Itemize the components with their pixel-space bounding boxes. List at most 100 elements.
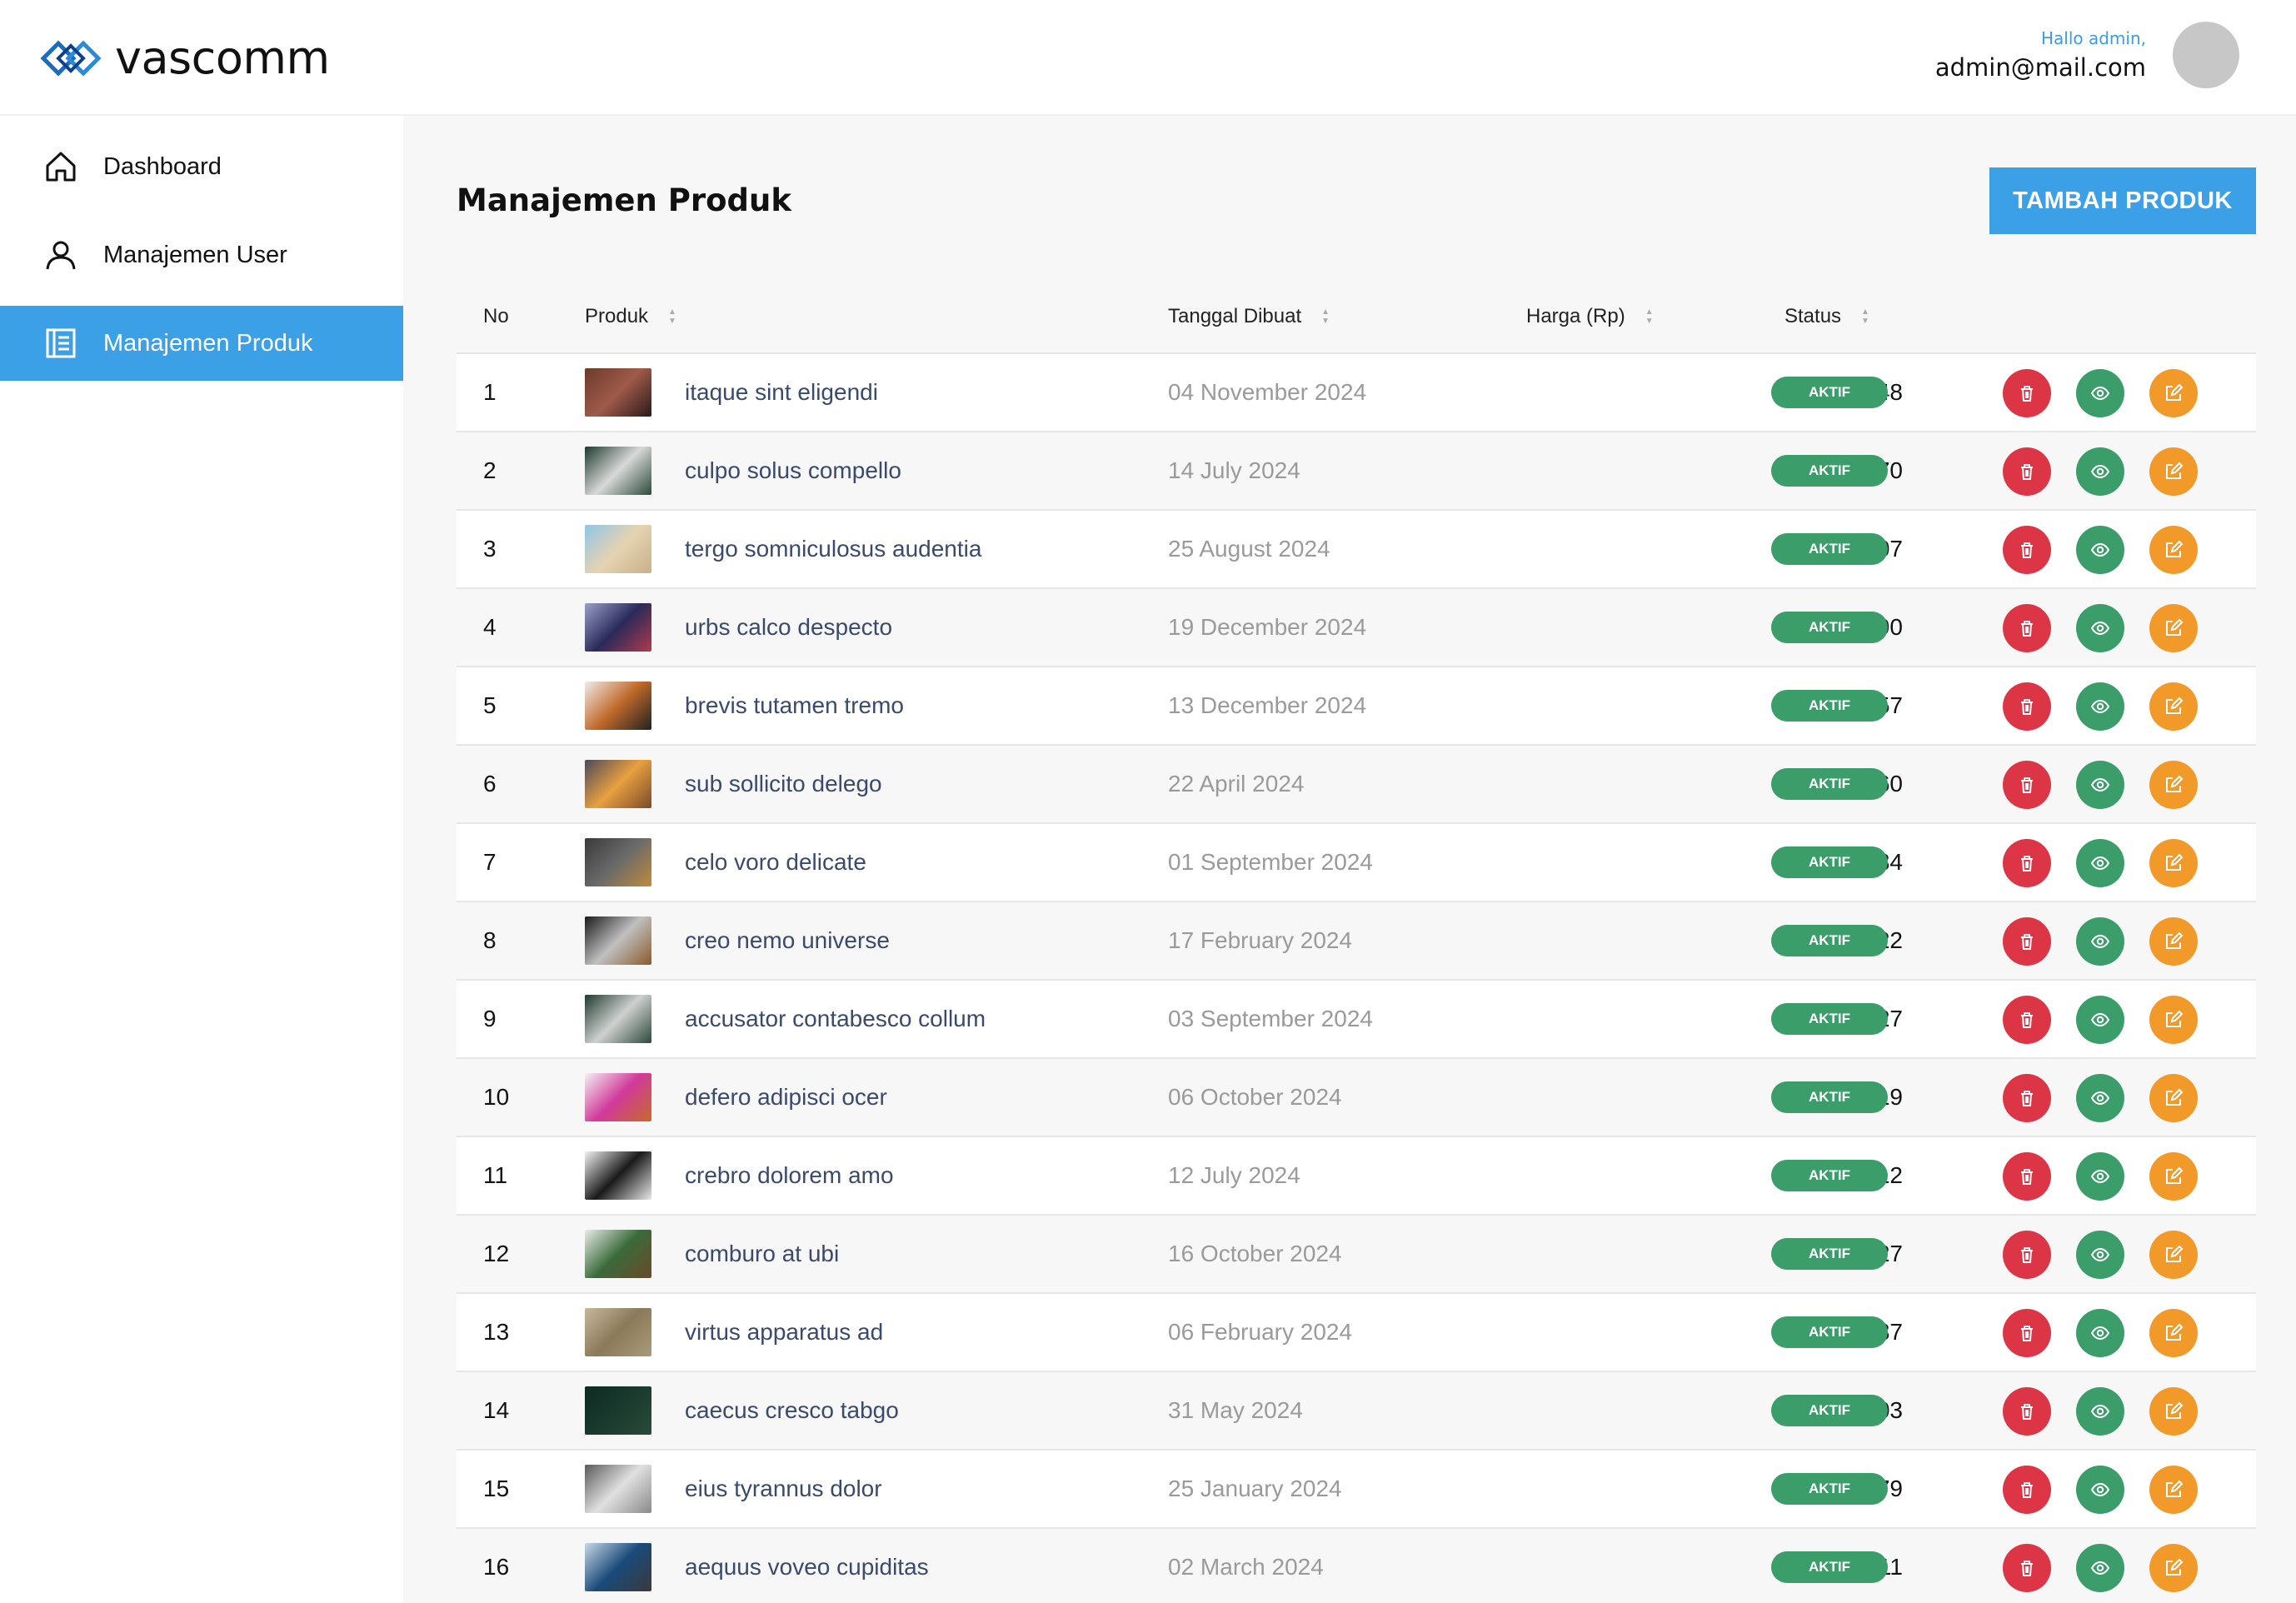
- edit-button[interactable]: [2149, 604, 2198, 652]
- eye-icon: [2089, 1479, 2111, 1501]
- product-name[interactable]: brevis tutamen tremo: [685, 667, 904, 744]
- logo[interactable]: vascomm: [40, 32, 330, 84]
- product-name[interactable]: itaque sint eligendi: [685, 354, 878, 431]
- view-button[interactable]: [2076, 761, 2124, 809]
- logo-icon: [40, 39, 102, 77]
- edit-button[interactable]: [2149, 839, 2198, 887]
- delete-button[interactable]: [2003, 369, 2051, 417]
- created-date: 19 December 2024: [1168, 614, 1367, 640]
- product-name[interactable]: sub sollicito delego: [685, 746, 882, 822]
- product-name[interactable]: virtus apparatus ad: [685, 1294, 883, 1371]
- product-name[interactable]: caecus cresco tabgo: [685, 1372, 899, 1449]
- table-row: 3 tergo somniculosus audentia 25 August 20…: [457, 511, 2256, 589]
- user-menu[interactable]: Hallo admin, admin@mail.com: [1935, 22, 2239, 88]
- created-date: 17 February 2024: [1168, 927, 1353, 953]
- sidebar-item-produk[interactable]: Manajemen Produk: [0, 306, 403, 381]
- product-name[interactable]: tergo somniculosus audentia: [685, 511, 981, 587]
- created-date: 13 December 2024: [1168, 692, 1367, 718]
- status-badge: AKTIF: [1771, 1473, 1888, 1505]
- product-name[interactable]: celo voro delicate: [685, 824, 866, 901]
- add-product-button[interactable]: TAMBAH PRODUK: [1989, 167, 2256, 234]
- product-name[interactable]: eius tyrannus dolor: [685, 1451, 882, 1527]
- product-thumbnail: [585, 682, 651, 730]
- column-header-tanggal[interactable]: Tanggal Dibuat ▲ ▼: [1168, 305, 1330, 328]
- delete-button[interactable]: [2003, 1152, 2051, 1201]
- view-button[interactable]: [2076, 1544, 2124, 1592]
- delete-button[interactable]: [2003, 1387, 2051, 1436]
- sort-icon[interactable]: ▲ ▼: [1861, 307, 1869, 326]
- view-button[interactable]: [2076, 682, 2124, 731]
- row-number: 4: [483, 614, 497, 640]
- trash-icon: [2016, 539, 2038, 561]
- edit-button[interactable]: [2149, 1152, 2198, 1201]
- delete-button[interactable]: [2003, 917, 2051, 966]
- delete-button[interactable]: [2003, 526, 2051, 574]
- product-name[interactable]: accusator contabesco collum: [685, 981, 986, 1057]
- sort-icon[interactable]: ▲ ▼: [1645, 307, 1654, 326]
- delete-button[interactable]: [2003, 604, 2051, 652]
- view-button[interactable]: [2076, 369, 2124, 417]
- delete-button[interactable]: [2003, 996, 2051, 1044]
- view-button[interactable]: [2076, 447, 2124, 496]
- view-button[interactable]: [2076, 1074, 2124, 1122]
- column-header-status[interactable]: Status ▲ ▼: [1784, 305, 1869, 328]
- delete-button[interactable]: [2003, 1309, 2051, 1357]
- edit-button[interactable]: [2149, 682, 2198, 731]
- row-number: 16: [483, 1554, 510, 1580]
- product-name[interactable]: culpo solus compello: [685, 432, 901, 509]
- eye-icon: [2089, 461, 2111, 482]
- delete-button[interactable]: [2003, 682, 2051, 731]
- delete-button[interactable]: [2003, 1466, 2051, 1514]
- view-button[interactable]: [2076, 1387, 2124, 1436]
- product-thumbnail: [585, 838, 651, 886]
- edit-button[interactable]: [2149, 447, 2198, 496]
- edit-button[interactable]: [2149, 996, 2198, 1044]
- view-button[interactable]: [2076, 996, 2124, 1044]
- row-number: 1: [483, 379, 497, 405]
- edit-button[interactable]: [2149, 526, 2198, 574]
- sidebar-item-user[interactable]: Manajemen User: [0, 217, 403, 292]
- delete-button[interactable]: [2003, 1074, 2051, 1122]
- edit-button[interactable]: [2149, 1387, 2198, 1436]
- status-badge: AKTIF: [1771, 925, 1888, 956]
- product-name[interactable]: creo nemo universe: [685, 902, 890, 979]
- row-number: 14: [483, 1397, 510, 1423]
- product-name[interactable]: crebro dolorem amo: [685, 1137, 894, 1214]
- view-button[interactable]: [2076, 917, 2124, 966]
- edit-button[interactable]: [2149, 1544, 2198, 1592]
- sort-icon[interactable]: ▲ ▼: [668, 307, 676, 326]
- product-name[interactable]: comburo at ubi: [685, 1216, 839, 1292]
- edit-button[interactable]: [2149, 1074, 2198, 1122]
- delete-button[interactable]: [2003, 1231, 2051, 1279]
- delete-button[interactable]: [2003, 447, 2051, 496]
- edit-button[interactable]: [2149, 917, 2198, 966]
- edit-button[interactable]: [2149, 369, 2198, 417]
- column-header-harga[interactable]: Harga (Rp) ▲ ▼: [1526, 305, 1654, 328]
- edit-button[interactable]: [2149, 1309, 2198, 1357]
- product-name[interactable]: defero adipisci ocer: [685, 1059, 887, 1136]
- delete-button[interactable]: [2003, 839, 2051, 887]
- product-name[interactable]: urbs calco despecto: [685, 589, 892, 666]
- view-button[interactable]: [2076, 604, 2124, 652]
- delete-button[interactable]: [2003, 1544, 2051, 1592]
- edit-icon: [2163, 617, 2184, 639]
- view-button[interactable]: [2076, 1152, 2124, 1201]
- avatar[interactable]: [2173, 22, 2239, 88]
- view-button[interactable]: [2076, 1309, 2124, 1357]
- delete-button[interactable]: [2003, 761, 2051, 809]
- view-button[interactable]: [2076, 1231, 2124, 1279]
- column-header-produk[interactable]: Produk ▲ ▼: [585, 305, 676, 328]
- sort-icon[interactable]: ▲ ▼: [1321, 307, 1330, 326]
- table-row: 14caecus cresco tabgo31 May 2024Rp 523.4…: [457, 1372, 2256, 1451]
- sidebar-item-dashboard[interactable]: Dashboard: [0, 129, 403, 204]
- row-number: 2: [483, 457, 497, 483]
- status-badge: AKTIF: [1771, 1395, 1888, 1426]
- view-button[interactable]: [2076, 1466, 2124, 1514]
- edit-button[interactable]: [2149, 1231, 2198, 1279]
- edit-button[interactable]: [2149, 761, 2198, 809]
- edit-button[interactable]: [2149, 1466, 2198, 1514]
- view-button[interactable]: [2076, 839, 2124, 887]
- column-header-no: No: [483, 305, 509, 327]
- product-name[interactable]: aequus voveo cupiditas: [685, 1529, 929, 1603]
- view-button[interactable]: [2076, 526, 2124, 574]
